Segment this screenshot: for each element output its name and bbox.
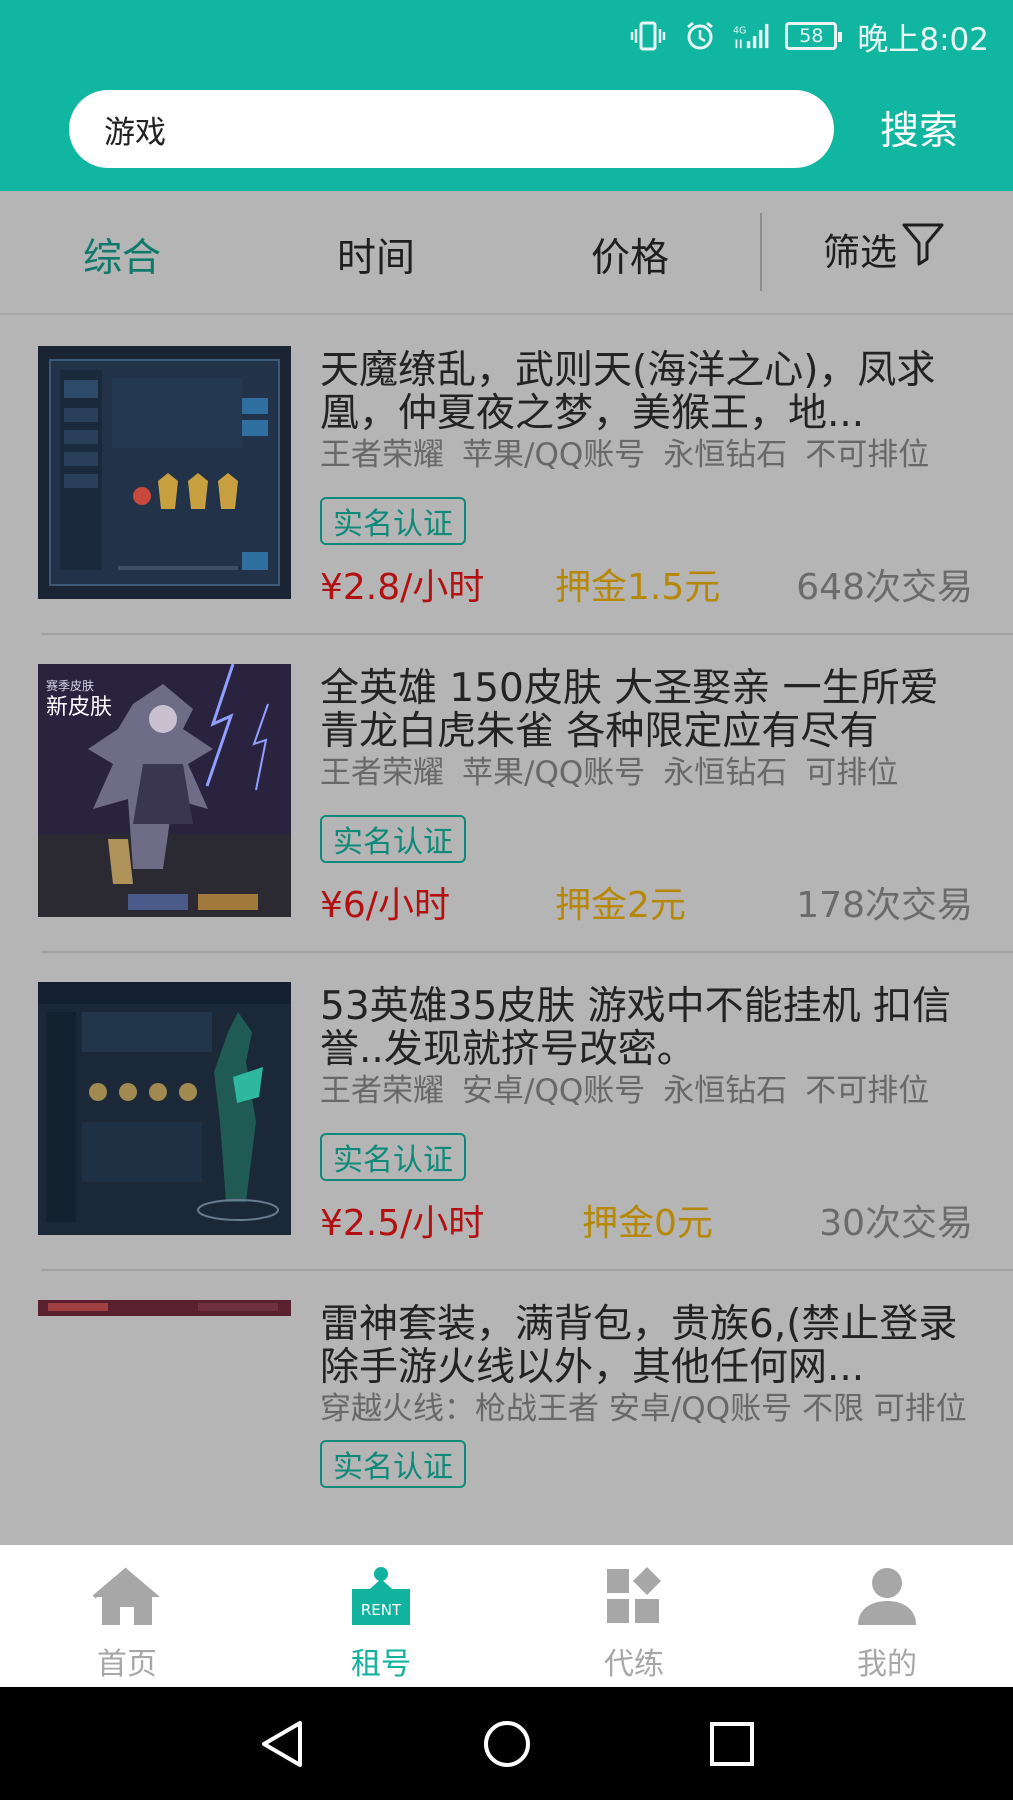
header: 4G 58 晚上8:02 游戏 搜索 <box>0 0 1013 191</box>
verified-badge: 实名认证 <box>320 1133 466 1181</box>
nav-label: 首页 <box>97 1647 157 1682</box>
back-icon[interactable] <box>258 1719 306 1773</box>
boost-icon <box>601 1565 667 1631</box>
verified-badge: 实名认证 <box>320 815 466 863</box>
sort-bar: 综合 时间 价格 筛选 <box>0 191 1013 315</box>
listing-meta: 王者荣耀 苹果/QQ账号 永恒钻石 不可排位 <box>320 439 980 472</box>
signal-icon: 4G <box>733 20 771 52</box>
nav-label: 代练 <box>604 1647 664 1682</box>
listing-title: 53英雄35皮肤 游戏中不能挂机 扣信誉..发现就挤号改密。 <box>320 985 952 1071</box>
list-item[interactable]: 53英雄35皮肤 游戏中不能挂机 扣信誉..发现就挤号改密。 王者荣耀 安卓/QQ… <box>0 953 1013 1271</box>
listing-title: 全英雄 150皮肤 大圣娶亲 一生所爱 青龙白虎朱雀 各种限定应有尽有 <box>320 667 939 753</box>
game-name: 王者荣耀 <box>320 755 444 791</box>
game-name: 王者荣耀 <box>320 437 444 473</box>
listing-trades: 178次交易 <box>796 885 973 926</box>
user-icon <box>854 1565 920 1631</box>
clock: 晚上8:02 <box>857 21 989 58</box>
search-input[interactable]: 游戏 <box>69 90 834 168</box>
rank: 永恒钻石 <box>663 755 788 791</box>
ranked-status: 可排位 <box>805 755 899 791</box>
listing-price: ¥2.8/小时 <box>320 567 485 608</box>
listing-thumbnail: 赛季皮肤 新皮肤 <box>38 664 291 917</box>
listing-thumbnail <box>38 1300 291 1316</box>
nav-mine[interactable]: 我的 <box>817 1565 957 1683</box>
filter-label: 筛选 <box>823 230 897 274</box>
filter-button[interactable]: 筛选 <box>823 221 945 276</box>
bottom-nav: 首页 RENT 租号 代练 我的 <box>0 1545 1013 1687</box>
listing-meta: 穿越火线：枪战王者 安卓/QQ账号 不限 可排位 <box>320 1391 967 1427</box>
listing-thumbnail <box>38 982 291 1235</box>
nav-rent[interactable]: RENT 租号 <box>311 1565 451 1683</box>
listing-trades: 30次交易 <box>819 1203 973 1244</box>
status-bar: 4G 58 晚上8:02 <box>629 14 989 58</box>
account-type: 安卓/QQ账号 <box>462 1073 646 1109</box>
listing-thumbnail <box>38 346 291 599</box>
thumb-caption: 新皮肤 <box>46 695 112 720</box>
list-item[interactable]: 天魔缭乱，武则天(海洋之心)，凤求凰，仲夏夜之梦，美猴王，地... 王者荣耀 苹果… <box>0 317 1013 635</box>
nav-boost[interactable]: 代练 <box>564 1565 704 1683</box>
rank: 永恒钻石 <box>663 1073 788 1109</box>
funnel-icon <box>901 221 945 276</box>
ranked-status: 不可排位 <box>805 1073 930 1109</box>
listing-trades: 648次交易 <box>796 567 973 608</box>
account-type: 苹果/QQ账号 <box>462 755 646 791</box>
listing-title: 天魔缭乱，武则天(海洋之心)，凤求凰，仲夏夜之梦，美猴王，地... <box>320 349 936 435</box>
alarm-icon <box>681 20 719 52</box>
listing-deposit: 押金1.5元 <box>555 567 721 608</box>
game-name: 王者荣耀 <box>320 1073 444 1109</box>
nav-label: 租号 <box>351 1647 411 1682</box>
home-circle-icon[interactable] <box>482 1719 532 1773</box>
search-button[interactable]: 搜索 <box>880 100 958 156</box>
system-nav-bar <box>0 1687 1013 1800</box>
rent-icon: RENT <box>348 1565 414 1631</box>
listing-title: 雷神套装，满背包，贵族6,(禁止登录除手游火线以外，其他任何网... <box>320 1303 958 1389</box>
tab-price[interactable]: 价格 <box>591 227 669 283</box>
battery-icon: 58 <box>785 22 843 50</box>
listing-price: ¥6/小时 <box>320 885 450 926</box>
tab-time[interactable]: 时间 <box>337 227 415 283</box>
verified-badge: 实名认证 <box>320 1440 466 1488</box>
list-item[interactable]: 赛季皮肤 新皮肤 全英雄 150皮肤 大圣娶亲 一生所爱 青龙白虎朱雀 各种限定… <box>0 635 1013 953</box>
divider <box>760 213 762 291</box>
nav-home[interactable]: 首页 <box>57 1565 197 1683</box>
listing-list: 天魔缭乱，武则天(海洋之心)，凤求凰，仲夏夜之梦，美猴王，地... 王者荣耀 苹果… <box>0 317 1013 1545</box>
rent-icon-text: RENT <box>361 1601 402 1619</box>
account-type: 苹果/QQ账号 <box>462 437 646 473</box>
listing-meta: 王者荣耀 苹果/QQ账号 永恒钻石 可排位 <box>320 757 980 790</box>
tab-comprehensive[interactable]: 综合 <box>83 227 161 283</box>
listing-deposit: 押金0元 <box>582 1203 713 1244</box>
recent-apps-icon[interactable] <box>709 1721 755 1771</box>
listing-meta: 王者荣耀 安卓/QQ账号 永恒钻石 不可排位 <box>320 1075 980 1108</box>
vibrate-icon <box>629 20 667 52</box>
list-item[interactable]: 雷神套装，满背包，贵族6,(禁止登录除手游火线以外，其他任何网... 穿越火线：… <box>0 1271 1013 1545</box>
rank: 永恒钻石 <box>663 437 788 473</box>
ranked-status: 不可排位 <box>805 437 930 473</box>
thumb-caption-small: 赛季皮肤 <box>46 678 94 693</box>
home-icon <box>90 1565 164 1631</box>
verified-badge: 实名认证 <box>320 497 466 545</box>
listing-deposit: 押金2元 <box>555 885 686 926</box>
nav-label: 我的 <box>857 1647 917 1682</box>
svg-text:4G: 4G <box>733 25 746 36</box>
listing-price: ¥2.5/小时 <box>320 1203 485 1244</box>
